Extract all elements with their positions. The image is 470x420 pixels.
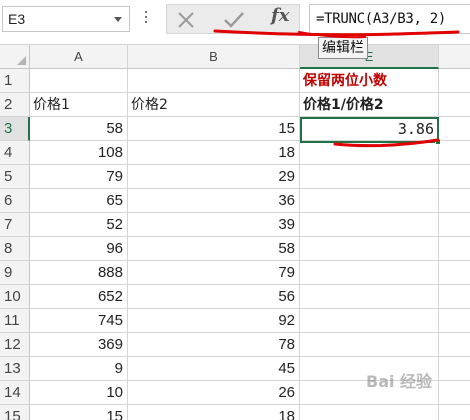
cell-a2[interactable]: 价格1	[30, 93, 128, 117]
cell-e15[interactable]	[300, 405, 439, 420]
row-header-15[interactable]: 15	[0, 405, 30, 420]
cell-b3[interactable]: 15	[128, 117, 300, 141]
name-box-value: E3	[8, 11, 26, 27]
cell-b8[interactable]: 58	[128, 237, 300, 261]
cell-f13[interactable]	[439, 357, 470, 381]
cell-b7[interactable]: 39	[128, 213, 300, 237]
row-header-10[interactable]: 10	[0, 285, 30, 309]
chevron-down-icon[interactable]	[114, 17, 122, 22]
cell-f6[interactable]	[439, 189, 470, 213]
cell-a10[interactable]: 652	[30, 285, 128, 309]
cell-b6[interactable]: 36	[128, 189, 300, 213]
cell-a11[interactable]: 745	[30, 309, 128, 333]
row-header-1[interactable]: 1	[0, 69, 30, 93]
cell-f11[interactable]	[439, 309, 470, 333]
cell-a7[interactable]: 52	[30, 213, 128, 237]
cancel-icon[interactable]	[176, 10, 196, 30]
formula-bar-tooltip: 编辑栏	[318, 37, 368, 59]
cell-f5[interactable]	[439, 165, 470, 189]
row-header-13[interactable]: 13	[0, 357, 30, 381]
row-header-6[interactable]: 6	[0, 189, 30, 213]
cell-f3[interactable]	[439, 117, 470, 141]
row-header-8[interactable]: 8	[0, 237, 30, 261]
cell-e11[interactable]	[300, 309, 439, 333]
cell-b12[interactable]: 78	[128, 333, 300, 357]
row-header-14[interactable]: 14	[0, 381, 30, 405]
column-header-f[interactable]	[439, 45, 470, 69]
cell-e1[interactable]: 保留两位小数	[300, 69, 439, 93]
insert-function-icon[interactable]: fx	[271, 5, 289, 26]
cell-f14[interactable]	[439, 381, 470, 405]
cell-b15[interactable]: 18	[128, 405, 300, 420]
cell-f12[interactable]	[439, 333, 470, 357]
formula-bar: E3 fx =TRUNC(A3/B3, 2)	[0, 0, 470, 45]
cell-a9[interactable]: 888	[30, 261, 128, 285]
cell-f1[interactable]	[439, 69, 470, 93]
row-header-7[interactable]: 7	[0, 213, 30, 237]
spreadsheet-grid: ABE 1 保留两位小数 2 价格1 价格2 价格1/价格2 3 58 15 3.86 4 108 18…	[0, 45, 470, 420]
cell-b2[interactable]: 价格2	[128, 93, 300, 117]
row-header-5[interactable]: 5	[0, 165, 30, 189]
cell-f9[interactable]	[439, 261, 470, 285]
cell-e13[interactable]	[300, 357, 439, 381]
cell-e9[interactable]	[300, 261, 439, 285]
cell-e14[interactable]	[300, 381, 439, 405]
cell-e7[interactable]	[300, 213, 439, 237]
cell-b13[interactable]: 45	[128, 357, 300, 381]
row-header-9[interactable]: 9	[0, 261, 30, 285]
cell-e4[interactable]	[300, 141, 439, 165]
cell-e10[interactable]	[300, 285, 439, 309]
more-options-icon[interactable]	[140, 8, 152, 30]
cell-e8[interactable]	[300, 237, 439, 261]
cell-b5[interactable]: 29	[128, 165, 300, 189]
cell-f2[interactable]	[439, 93, 470, 117]
cell-b11[interactable]: 92	[128, 309, 300, 333]
row-header-12[interactable]: 12	[0, 333, 30, 357]
cell-a13[interactable]: 9	[30, 357, 128, 381]
cell-a5[interactable]: 79	[30, 165, 128, 189]
row-header-3[interactable]: 3	[0, 117, 30, 141]
name-box[interactable]: E3	[2, 6, 130, 32]
cell-a1[interactable]	[30, 69, 128, 93]
cell-a8[interactable]: 96	[30, 237, 128, 261]
fill-handle[interactable]	[435, 139, 441, 145]
cell-a14[interactable]: 10	[30, 381, 128, 405]
enter-checkmark-icon[interactable]	[223, 10, 245, 30]
select-all-corner[interactable]	[0, 45, 30, 69]
cell-f10[interactable]	[439, 285, 470, 309]
cell-e3[interactable]: 3.86	[300, 117, 439, 141]
column-header-b[interactable]: B	[128, 45, 300, 69]
cell-a3[interactable]: 58	[30, 117, 128, 141]
row-header-4[interactable]: 4	[0, 141, 30, 165]
cell-f7[interactable]	[439, 213, 470, 237]
formula-icon-group: fx	[166, 4, 300, 34]
cell-a12[interactable]: 369	[30, 333, 128, 357]
cell-f4[interactable]	[439, 141, 470, 165]
cell-f15[interactable]	[439, 405, 470, 420]
cell-a15[interactable]: 15	[30, 405, 128, 420]
cell-e12[interactable]	[300, 333, 439, 357]
row-header-11[interactable]: 11	[0, 309, 30, 333]
cell-b4[interactable]: 18	[128, 141, 300, 165]
cell-b9[interactable]: 79	[128, 261, 300, 285]
cell-e2[interactable]: 价格1/价格2	[300, 93, 439, 117]
formula-text: =TRUNC(A3/B3, 2)	[316, 11, 447, 27]
cell-e6[interactable]	[300, 189, 439, 213]
cell-b10[interactable]: 56	[128, 285, 300, 309]
cell-b1[interactable]	[128, 69, 300, 93]
cell-a4[interactable]: 108	[30, 141, 128, 165]
column-header-a[interactable]: A	[30, 45, 128, 69]
formula-input[interactable]: =TRUNC(A3/B3, 2)	[309, 4, 470, 34]
cell-a6[interactable]: 65	[30, 189, 128, 213]
cell-b14[interactable]: 26	[128, 381, 300, 405]
cell-e5[interactable]	[300, 165, 439, 189]
row-header-2[interactable]: 2	[0, 93, 30, 117]
cell-f8[interactable]	[439, 237, 470, 261]
